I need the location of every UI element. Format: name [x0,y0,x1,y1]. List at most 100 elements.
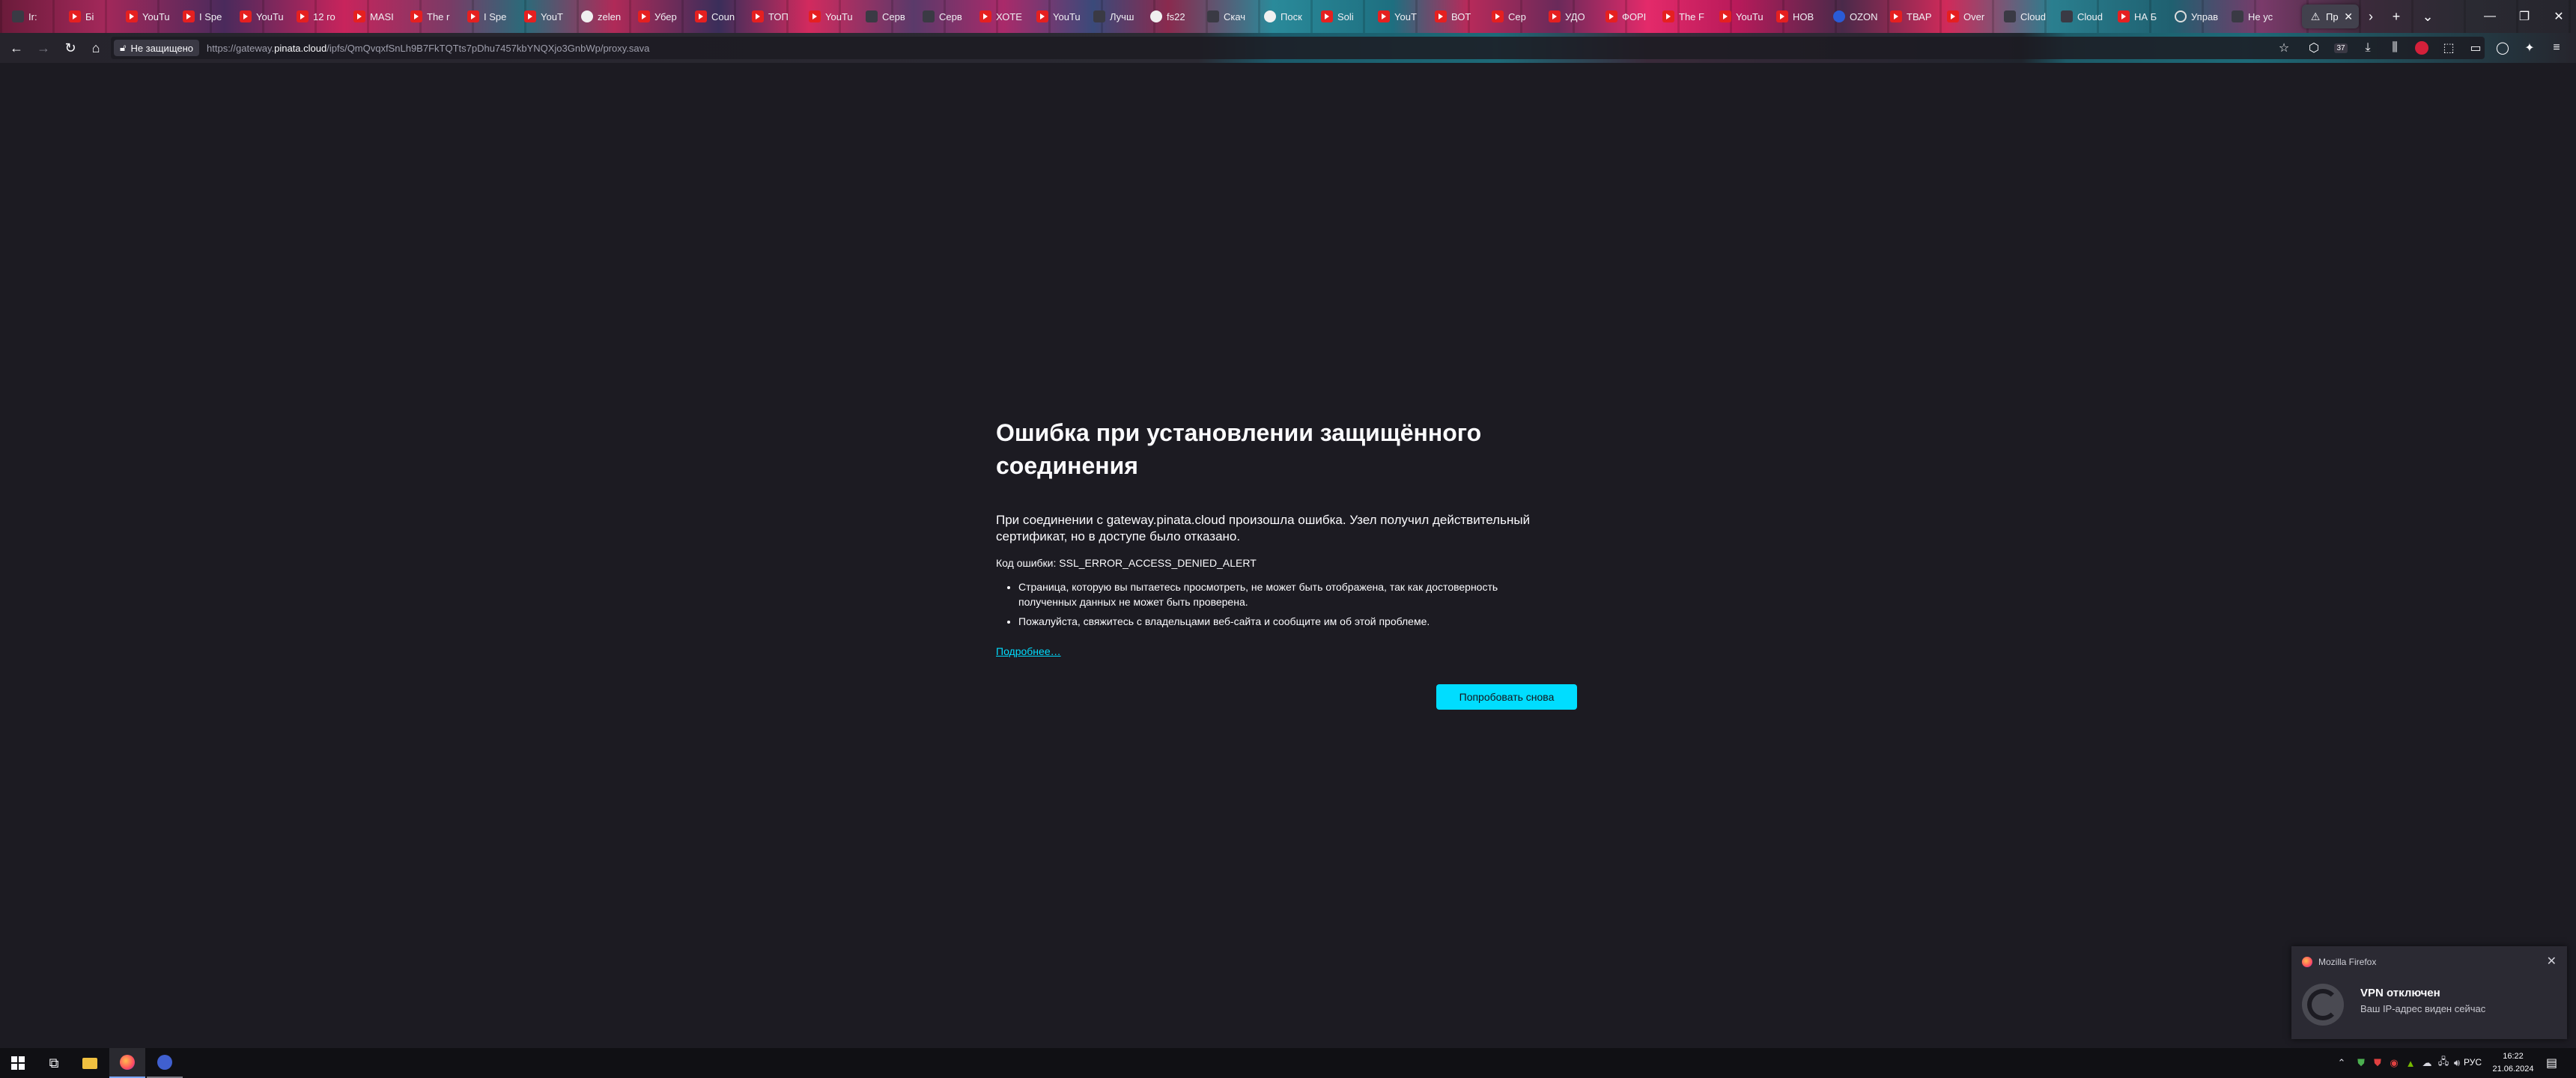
tab[interactable]: YouTu [118,4,174,28]
list-all-tabs-icon[interactable]: ⌄ [2417,6,2438,27]
firefox-taskbar-button[interactable] [109,1048,145,1078]
tab[interactable]: Бi [61,4,117,28]
scroll-tabs-right-icon[interactable]: › [2360,6,2381,27]
tab[interactable]: Ir: [4,4,60,28]
tab[interactable]: ТОП [744,4,800,28]
library-icon[interactable]: ⫼ [2384,37,2405,58]
site-icon [1207,10,1219,22]
tab-active[interactable]: ⚠ Пр ✕ [2302,4,2359,28]
network-icon[interactable]: 🖧︎ [2437,1056,2450,1070]
volume-icon[interactable]: 🔊︎ [2450,1056,2464,1070]
reload-button[interactable]: ↻ [60,37,81,58]
tab[interactable]: Coun [687,4,743,28]
cloud-tray-icon[interactable]: ☁ [2420,1056,2434,1070]
tab[interactable]: Убер [631,4,686,28]
tab[interactable]: I Spe [175,4,231,28]
tab[interactable]: YouTu [1029,4,1084,28]
tab-label: I Spe [484,10,507,22]
tab[interactable]: Over [1939,4,1995,28]
url-prefix: https://gateway. [207,42,275,54]
tab[interactable]: The r [403,4,458,28]
tab[interactable]: zelen [574,4,629,28]
home-button[interactable]: ⌂ [85,37,106,58]
screenshot-icon[interactable]: ⬚ [2438,37,2459,58]
tab[interactable]: Серв [915,4,970,28]
tab[interactable]: Серв [858,4,914,28]
nvidia-tray-icon[interactable]: ▲ [2404,1056,2417,1070]
notification-body: Ваш IP-адрес виден сейчас [2360,1003,2486,1014]
tab[interactable]: ХОТЕ [972,4,1027,28]
tab[interactable]: НОВ [1769,4,1824,28]
url-text[interactable]: https://gateway.pinata.cloud/ipfs/QmQvqx… [207,43,649,54]
antivirus-tray-icon[interactable]: ⛊ [2371,1056,2384,1070]
new-tab-button[interactable]: + [2386,6,2407,27]
forward-button[interactable]: → [33,37,54,58]
close-icon[interactable]: ✕ [2547,954,2557,969]
extensions-puzzle-icon[interactable]: ✦ [2519,37,2540,58]
tab[interactable]: The F [1655,4,1710,28]
show-hidden-icons[interactable]: ⌃ [2335,1056,2348,1070]
tab[interactable]: ФОРI [1598,4,1653,28]
tab[interactable]: Поск [1257,4,1312,28]
app-taskbar-button[interactable] [147,1048,183,1078]
tab[interactable]: Soli [1313,4,1369,28]
notification-center-icon[interactable]: ▤ [2546,1056,2557,1071]
youtube-icon [1890,10,1902,22]
tab[interactable]: УДО [1541,4,1597,28]
start-button[interactable] [0,1048,36,1078]
bookmark-star-icon[interactable]: ☆ [2273,37,2294,58]
task-view-button[interactable]: ⧉ [36,1048,72,1078]
tab[interactable]: YouTu [232,4,288,28]
vpn-notification[interactable]: Mozilla Firefox ✕ VPN отключен Ваш IP-ад… [2291,946,2567,1039]
minimize-button[interactable]: — [2473,0,2507,33]
sidebar-icon[interactable]: ▭ [2465,37,2486,58]
menu-icon[interactable]: ≡ [2546,37,2567,58]
tab-label: YouT [1394,10,1417,22]
url-bar[interactable]: 🔓︎ Не защищено https://gateway.pinata.cl… [111,37,2485,59]
tab[interactable]: YouTu [1712,4,1767,28]
tab[interactable]: Сер [1484,4,1540,28]
close-icon[interactable]: ✕ [2344,10,2353,23]
restore-button[interactable]: ❐ [2507,0,2542,33]
youtube-icon [1321,10,1333,22]
tab[interactable]: Управ [2167,4,2223,28]
adblock-icon[interactable] [2411,37,2432,58]
tab[interactable]: YouT [1370,4,1426,28]
tab[interactable]: OZON [1826,4,1881,28]
site-icon [1093,10,1105,22]
tab[interactable]: fs22 [1143,4,1198,28]
security-indicator[interactable]: 🔓︎ Не защищено [114,40,200,56]
download-icon[interactable]: ⤓ [2357,37,2378,58]
file-explorer-button[interactable] [72,1048,108,1078]
tab-label: ХОТЕ [996,10,1022,22]
try-again-button[interactable]: Попробовать снова [1436,684,1577,710]
tab-label: НОВ [1793,10,1814,22]
tab[interactable]: Cloud [1996,4,2052,28]
close-window-button[interactable]: ✕ [2542,0,2576,33]
language-indicator[interactable]: РУС [2464,1057,2482,1068]
tab[interactable]: НА Б [2110,4,2166,28]
back-button[interactable]: ← [6,37,27,58]
youtube-icon [183,10,195,22]
tab[interactable]: Скач [1200,4,1255,28]
tab[interactable]: YouTu [801,4,857,28]
account-icon[interactable]: ◯ [2492,37,2513,58]
app-tray-icon[interactable]: ◉ [2387,1056,2401,1070]
tab-label: Лучш [1110,10,1134,22]
extension-icon[interactable]: ⬡ [2303,37,2324,58]
learn-more-link[interactable]: Подробнее… [996,645,1061,657]
tab[interactable]: YouT [517,4,572,28]
clock[interactable]: 16:22 21.06.2024 [2489,1050,2537,1076]
tab-label: ТВАР [1907,10,1932,22]
tab[interactable]: Лучш [1086,4,1141,28]
tab[interactable]: ВОТ [1427,4,1483,28]
tab[interactable]: ТВАР [1883,4,1938,28]
tab[interactable]: MASI [346,4,401,28]
tab-label: YouTu [1736,10,1764,22]
tab[interactable]: 12 го [289,4,344,28]
tab[interactable]: I Spe [460,4,515,28]
tab[interactable]: Cloud [2053,4,2109,28]
addon-counter-icon[interactable]: 37 [2330,37,2351,58]
tab[interactable]: Не ус [2224,4,2279,28]
security-tray-icon[interactable]: ⛊ [2354,1056,2368,1070]
